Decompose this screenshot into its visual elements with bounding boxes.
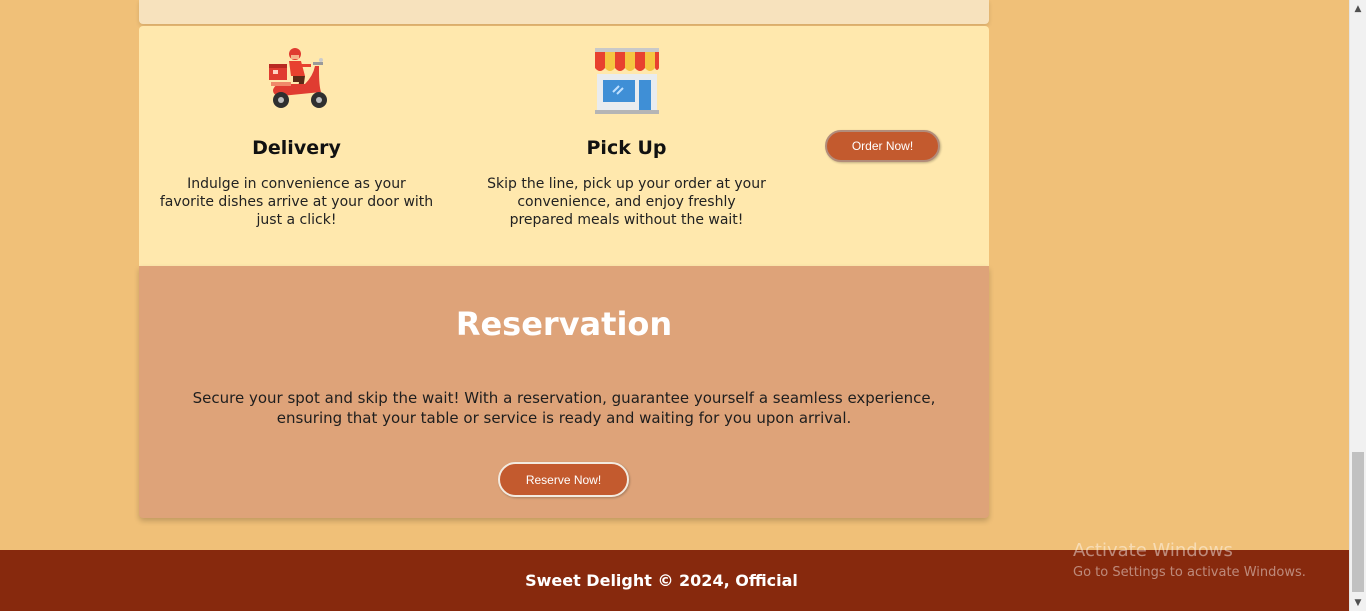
- pickup-title: Pick Up: [586, 137, 667, 159]
- previous-section-bottom: [139, 0, 989, 24]
- scrollbar-thumb[interactable]: [1352, 452, 1364, 592]
- delivery-title: Delivery: [252, 137, 341, 159]
- reservation-title: Reservation: [455, 305, 673, 343]
- delivery-description: Indulge in convenience as your favorite …: [159, 176, 434, 228]
- order-now-button[interactable]: Order Now!: [825, 130, 940, 162]
- pickup-option: Pick Up Skip the line, pick up your orde…: [484, 26, 769, 229]
- vertical-scrollbar[interactable]: ▲ ▼: [1349, 0, 1366, 611]
- scroll-up-icon[interactable]: ▲: [1350, 0, 1366, 17]
- delivery-option: Delivery Indulge in convenience as your …: [159, 26, 434, 229]
- scroll-down-icon[interactable]: ▼: [1350, 594, 1366, 611]
- activate-windows-watermark: Activate Windows Go to Settings to activ…: [1073, 540, 1306, 582]
- page: Delivery Indulge in convenience as your …: [0, 0, 1366, 611]
- reserve-now-button[interactable]: Reserve Now!: [498, 462, 629, 497]
- reservation-description: Secure your spot and skip the wait! With…: [192, 389, 936, 427]
- watermark-title: Activate Windows: [1073, 540, 1233, 561]
- storefront-icon: [594, 48, 659, 114]
- order-options-panel: Delivery Indulge in convenience as your …: [139, 26, 989, 266]
- reservation-panel: Reservation Secure your spot and skip th…: [139, 266, 989, 518]
- watermark-subtitle: Go to Settings to activate Windows.: [1073, 565, 1306, 580]
- delivery-scooter-icon: [268, 48, 327, 108]
- footer-copyright: Sweet Delight © 2024, Official: [525, 571, 798, 590]
- pickup-description: Skip the line, pick up your order at you…: [487, 176, 766, 228]
